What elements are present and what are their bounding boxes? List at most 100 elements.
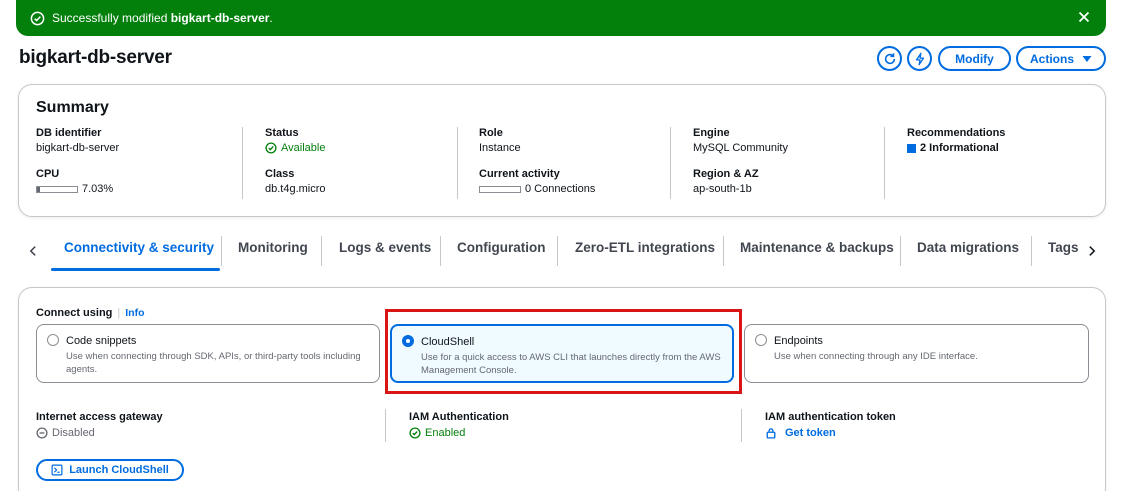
- disabled-icon: [36, 427, 48, 439]
- cpu-progress-fill: [37, 186, 40, 192]
- option-code-snippets[interactable]: Code snippets Use when connecting throug…: [36, 324, 380, 383]
- chevron-left-icon[interactable]: [26, 244, 40, 258]
- cpu-progress-bar: [36, 185, 78, 193]
- option-description: Use when connecting through SDK, APIs, o…: [66, 351, 361, 376]
- tab-separator: [440, 236, 441, 266]
- recommendations-value: 2 Informational: [920, 142, 999, 154]
- quick-actions-button[interactable]: [907, 46, 932, 71]
- info-square-icon: [907, 143, 916, 153]
- divider: [385, 409, 386, 442]
- tab-maintenance-backups[interactable]: Maintenance & backups: [740, 240, 894, 255]
- activity-label: Current activity: [479, 168, 560, 180]
- terminal-icon: [51, 464, 63, 476]
- tab-tags[interactable]: Tags: [1048, 240, 1078, 255]
- gateway-label: Internet access gateway: [36, 411, 163, 423]
- cpu-value-text: 7.03%: [82, 183, 114, 195]
- flash-suffix: .: [269, 11, 273, 25]
- role-label: Role: [479, 127, 503, 139]
- divider: [741, 409, 742, 442]
- class-value: db.t4g.micro: [265, 183, 326, 195]
- tab-configuration[interactable]: Configuration: [457, 240, 545, 255]
- gateway-value-text: Disabled: [52, 427, 95, 439]
- option-title: Endpoints: [774, 335, 823, 347]
- region-label: Region & AZ: [693, 168, 759, 180]
- chevron-right-icon[interactable]: [1085, 244, 1099, 258]
- lock-icon: [765, 427, 777, 439]
- connect-card: Connect using | Info Code snippets Use whe…: [18, 287, 1106, 491]
- flash-prefix: Successfully modified: [52, 11, 171, 25]
- region-value: ap-south-1b: [693, 183, 752, 195]
- activity-progress-bar: [479, 185, 521, 193]
- modify-button[interactable]: Modify: [938, 46, 1011, 71]
- summary-col-engine: Engine MySQL Community Region & AZ ap-so…: [693, 127, 788, 209]
- close-icon[interactable]: [1076, 9, 1092, 25]
- page-title: bigkart-db-server: [19, 47, 172, 68]
- divider: [242, 127, 243, 199]
- db-identifier-label: DB identifier: [36, 127, 102, 139]
- flash-resource: bigkart-db-server: [170, 11, 270, 25]
- refresh-button[interactable]: [877, 46, 902, 71]
- refresh-icon: [884, 52, 895, 64]
- status-value: Available: [265, 142, 326, 154]
- tab-zero-etl-integrations[interactable]: Zero-ETL integrations: [575, 240, 715, 255]
- iam-authentication-token: IAM authentication token Get token: [765, 411, 896, 439]
- token-label: IAM authentication token: [765, 411, 896, 423]
- summary-col-identifier: DB identifier bigkart-db-server CPU 7.03…: [36, 127, 119, 209]
- connect-using-text: Connect using: [36, 307, 113, 319]
- tab-separator: [557, 236, 558, 266]
- tab-logs-events[interactable]: Logs & events: [339, 240, 431, 255]
- info-link[interactable]: Info: [125, 307, 144, 319]
- activity-value-text: 0 Connections: [525, 183, 596, 195]
- divider: [884, 127, 885, 199]
- summary-card: Summary DB identifier bigkart-db-server …: [18, 84, 1106, 217]
- status-value-text: Available: [281, 142, 326, 154]
- actions-label: Actions: [1029, 51, 1074, 66]
- get-token-link[interactable]: Get token: [765, 427, 896, 439]
- engine-value: MySQL Community: [693, 142, 788, 154]
- gateway-value: Disabled: [36, 427, 163, 439]
- option-description: Use when connecting through any IDE inte…: [774, 351, 978, 362]
- success-flashbar: Successfully modified bigkart-db-server.: [16, 0, 1106, 36]
- cpu-label: CPU: [36, 168, 60, 180]
- active-tab-indicator: [51, 268, 220, 271]
- radio-endpoints[interactable]: [755, 334, 767, 346]
- iam-value-text: Enabled: [425, 427, 466, 439]
- actions-dropdown[interactable]: Actions: [1016, 46, 1106, 71]
- internet-access-gateway: Internet access gateway Disabled: [36, 411, 163, 439]
- iam-label: IAM Authentication: [409, 411, 509, 423]
- divider: [670, 127, 671, 199]
- activity-value: 0 Connections: [479, 183, 595, 195]
- tab-data-migrations[interactable]: Data migrations: [917, 240, 1019, 255]
- lightning-icon: [915, 52, 924, 65]
- recommendations-label: Recommendations: [907, 127, 1006, 139]
- option-title: Code snippets: [66, 335, 137, 347]
- launch-cloudshell-button[interactable]: Launch CloudShell: [36, 459, 184, 481]
- summary-col-recommendations: Recommendations 2 Informational: [907, 127, 1005, 168]
- summary-col-status: Status Available Class db.t4g.micro: [265, 127, 326, 209]
- summary-col-role: Role Instance Current activity 0 Connect…: [479, 127, 595, 209]
- option-endpoints[interactable]: Endpoints Use when connecting through an…: [744, 324, 1089, 383]
- iam-authentication: IAM Authentication Enabled: [409, 411, 509, 439]
- recommendations-link[interactable]: 2 Informational: [907, 142, 1005, 154]
- db-identifier-value: bigkart-db-server: [36, 142, 120, 154]
- radio-code-snippets[interactable]: [47, 334, 59, 346]
- tab-separator: [900, 236, 901, 266]
- iam-value: Enabled: [409, 427, 509, 439]
- success-check-icon: [265, 142, 277, 154]
- tab-list: Connectivity & security Monitoring Logs …: [18, 232, 1106, 272]
- separator: |: [117, 307, 121, 319]
- connect-using-label: Connect using | Info: [36, 307, 145, 319]
- caret-down-icon: [1082, 55, 1092, 62]
- role-value: Instance: [479, 142, 521, 154]
- get-token-text: Get token: [785, 427, 836, 439]
- launch-cloudshell-label: Launch CloudShell: [69, 464, 169, 476]
- success-check-icon: [409, 427, 421, 439]
- highlight-annotation: [385, 309, 742, 394]
- divider: [457, 127, 458, 199]
- cpu-value: 7.03%: [36, 183, 119, 195]
- tab-connectivity-security[interactable]: Connectivity & security: [64, 240, 214, 255]
- summary-heading: Summary: [36, 99, 109, 116]
- tab-separator: [321, 236, 322, 266]
- flash-message: Successfully modified bigkart-db-server.: [52, 11, 273, 25]
- tab-monitoring[interactable]: Monitoring: [238, 240, 308, 255]
